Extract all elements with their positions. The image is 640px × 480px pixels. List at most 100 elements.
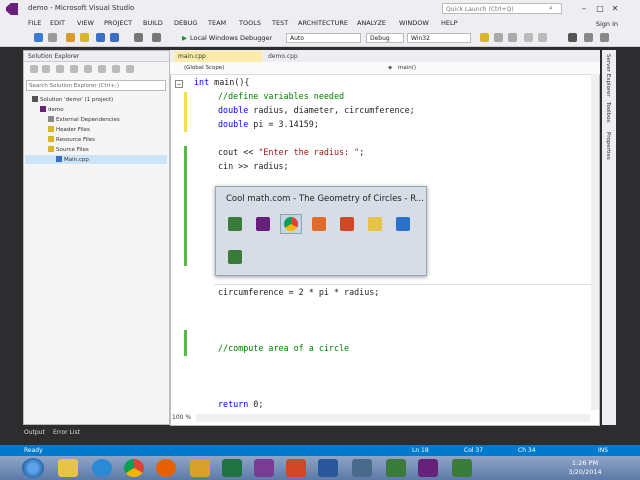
menu-help[interactable]: HELP — [441, 19, 458, 27]
menu-debug[interactable]: DEBUG — [174, 19, 197, 27]
excel-icon[interactable] — [222, 459, 242, 477]
auto-combo[interactable]: Auto — [286, 33, 361, 43]
toolbar-icon-d[interactable] — [538, 33, 547, 42]
tab-properties[interactable]: Properties — [605, 132, 611, 160]
horizontal-scrollbar[interactable] — [196, 414, 590, 422]
tree-item[interactable]: Main.cpp — [56, 156, 89, 163]
search-icon[interactable]: ⌕ — [549, 4, 557, 12]
start-debugging-button[interactable]: ▶ Local Windows Debugger — [182, 32, 272, 44]
sign-in-link[interactable]: Sign in — [596, 20, 618, 28]
app-icon[interactable] — [352, 459, 372, 477]
maximize-button[interactable]: □ — [594, 3, 606, 14]
app-icon[interactable] — [228, 250, 242, 264]
function-combo[interactable]: main() — [398, 64, 416, 73]
menu-test[interactable]: TEST — [272, 19, 288, 27]
tab-error-list[interactable]: Error List — [53, 429, 80, 436]
tree-item[interactable]: Solution 'demo' (1 project) — [32, 96, 113, 103]
zoom-level[interactable]: 100 % — [172, 414, 191, 421]
home-icon[interactable] — [56, 65, 64, 73]
visual-studio-icon[interactable] — [256, 217, 270, 231]
firefox-icon[interactable] — [156, 459, 176, 477]
code-line[interactable]: cin >> radius; — [218, 161, 289, 171]
tab-toolbox[interactable]: Toolbox — [605, 102, 611, 123]
new-project-icon[interactable] — [66, 33, 75, 42]
menu-analyze[interactable]: ANALYZE — [357, 19, 386, 27]
chrome-icon[interactable] — [284, 217, 298, 231]
minimize-button[interactable]: – — [578, 3, 590, 14]
headphones-icon[interactable] — [190, 459, 210, 477]
folder-icon[interactable] — [368, 217, 382, 231]
tree-item[interactable]: Header Files — [48, 126, 90, 133]
tab-server-explorer[interactable]: Server Explorer — [605, 54, 611, 97]
word-icon[interactable] — [318, 459, 338, 477]
menu-file[interactable]: FILE — [28, 19, 41, 27]
tree-item[interactable]: Resource Files — [48, 136, 95, 143]
forward-icon[interactable] — [42, 65, 50, 73]
close-button[interactable]: ✕ — [609, 3, 621, 14]
taskbar-thumbnail-popup[interactable]: Cool math.com - The Geometry of Circles … — [215, 186, 427, 276]
code-line[interactable]: //define variables needed — [218, 91, 344, 101]
tree-item[interactable]: Source Files — [48, 146, 89, 153]
system-clock[interactable]: 1:26 PM 3/20/2014 — [565, 459, 605, 477]
open-file-icon[interactable] — [80, 33, 89, 42]
start-button[interactable] — [22, 458, 44, 478]
scope-combo[interactable]: (Global Scope) — [184, 64, 224, 73]
toolbar-icon-b[interactable] — [508, 33, 517, 42]
code-line[interactable]: return 0; — [218, 399, 263, 409]
visual-studio-icon[interactable] — [418, 459, 438, 477]
collapse-toggle[interactable]: − — [175, 80, 183, 88]
remote-desktop-icon[interactable] — [396, 217, 410, 231]
explorer-icon[interactable] — [58, 459, 78, 477]
solution-search-input[interactable]: Search Solution Explorer (Ctrl+;) — [26, 80, 166, 91]
powerpoint-icon[interactable] — [340, 217, 354, 231]
menu-window[interactable]: WINDOW — [399, 19, 429, 27]
menu-architecture[interactable]: ARCHITECTURE — [298, 19, 348, 27]
tab-demo-cpp[interactable]: demo.cpp — [264, 51, 314, 62]
code-line[interactable]: double radius, diameter, circumference; — [218, 105, 415, 115]
forward-icon[interactable] — [48, 33, 57, 42]
show-all-files-icon[interactable] — [112, 65, 120, 73]
document-icon[interactable] — [312, 217, 326, 231]
save-all-icon[interactable] — [110, 33, 119, 42]
app-icon[interactable] — [452, 459, 472, 477]
menu-view[interactable]: VIEW — [77, 19, 94, 27]
tree-item[interactable]: demo — [40, 106, 64, 113]
save-icon[interactable] — [96, 33, 105, 42]
stop-icon[interactable] — [568, 33, 577, 42]
back-icon[interactable] — [34, 33, 43, 42]
menu-edit[interactable]: EDIT — [50, 19, 65, 27]
menu-build[interactable]: BUILD — [143, 19, 163, 27]
onenote-icon[interactable] — [254, 459, 274, 477]
app-icon[interactable] — [228, 217, 242, 231]
quick-launch-input[interactable]: Quick Launch (Ctrl+Q) — [442, 3, 562, 14]
menu-team[interactable]: TEAM — [208, 19, 226, 27]
find-icon[interactable] — [480, 33, 489, 42]
code-line[interactable]: circumference = 2 * pi * radius; — [218, 287, 379, 297]
tree-item[interactable]: External Dependencies — [48, 116, 120, 123]
properties-icon[interactable] — [126, 65, 134, 73]
powerpoint-icon[interactable] — [286, 459, 306, 477]
menu-project[interactable]: PROJECT — [104, 19, 132, 27]
tab-main-cpp[interactable]: main.cpp — [174, 51, 262, 62]
toolbar-icon-e[interactable] — [584, 33, 593, 42]
toolbar-icon-c[interactable] — [524, 33, 533, 42]
undo-icon[interactable] — [134, 33, 143, 42]
redo-icon[interactable] — [152, 33, 161, 42]
menu-tools[interactable]: TOOLS — [239, 19, 261, 27]
platform-combo[interactable]: Win32 — [407, 33, 471, 43]
configuration-combo[interactable]: Debug — [366, 33, 404, 43]
toolbar-icon-a[interactable] — [494, 33, 503, 42]
refresh-icon[interactable] — [84, 65, 92, 73]
toolbar-icon-f[interactable] — [600, 33, 609, 42]
sync-icon[interactable] — [70, 65, 78, 73]
code-line[interactable]: //compute area of a circle — [218, 343, 349, 353]
vertical-scrollbar[interactable] — [591, 74, 599, 410]
code-line[interactable]: cout << "Enter the radius: "; — [218, 147, 364, 157]
internet-explorer-icon[interactable] — [92, 459, 112, 477]
code-line[interactable]: int main(){ — [194, 77, 249, 87]
collapse-all-icon[interactable] — [98, 65, 106, 73]
code-line[interactable]: double pi = 3.14159; — [218, 119, 319, 129]
chrome-icon[interactable] — [124, 459, 144, 477]
back-icon[interactable] — [30, 65, 38, 73]
tab-output[interactable]: Output — [24, 429, 45, 436]
